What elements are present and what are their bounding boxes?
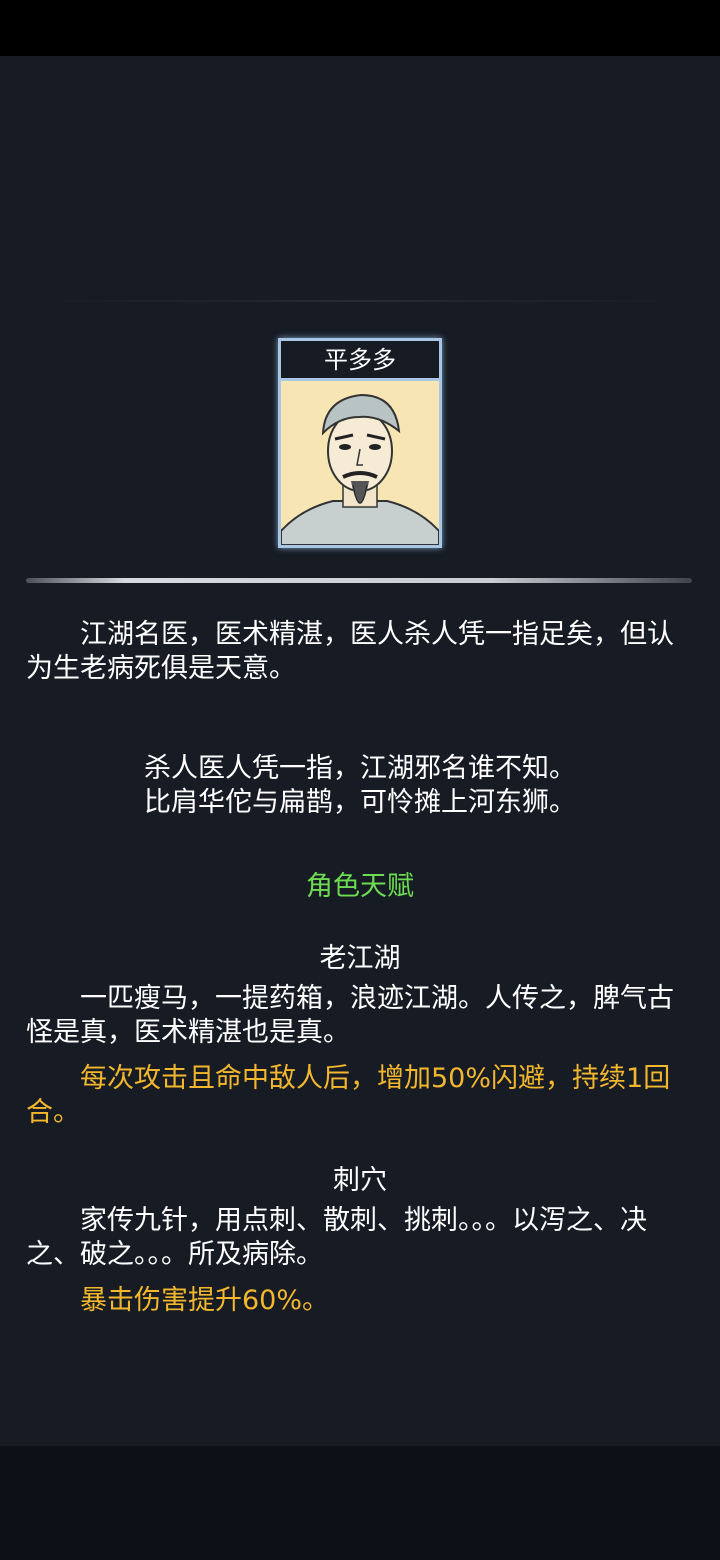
talent-description: 一匹瘦马，一提药箱，浪迹江湖。人传之，脾气古怪是真，医术精湛也是真。 [26,983,674,1048]
character-portrait-card[interactable]: 平多多 [278,338,442,548]
character-poem-line-2: 比肩华佗与扁鹊，可怜摊上河东狮。 [144,787,576,818]
talent-description: 家传九针，用点刺、散刺、挑刺。。。以泻之、决之、破之。。。所及病除。 [26,1205,647,1270]
character-poem-line-1: 杀人医人凭一指，江湖邪名谁不知。 [144,753,576,784]
talents-heading: 角色天赋 [306,871,414,902]
decorative-line [30,300,690,302]
portrait-illustration [281,381,439,545]
character-info: 江湖名医，医术精湛，医人杀人凭一指足矣，但认为生老病死俱是天意。 杀人医人凭一指… [26,586,694,1318]
talent-effect: 暴击伤害提升60%。 [80,1285,330,1316]
section-divider [26,578,692,583]
status-bar [0,0,720,56]
navigation-bar [0,1446,720,1560]
talent-name: 老江湖 [319,943,401,974]
character-name: 平多多 [281,341,439,381]
character-description: 江湖名医，医术精湛，医人杀人凭一指足矣，但认为生老病死俱是天意。 [26,619,674,684]
character-portrait-image [281,381,439,545]
talent-name: 刺穴 [333,1165,387,1196]
talent-effect: 每次攻击且命中敌人后，增加50%闪避，持续1回合。 [26,1063,671,1128]
